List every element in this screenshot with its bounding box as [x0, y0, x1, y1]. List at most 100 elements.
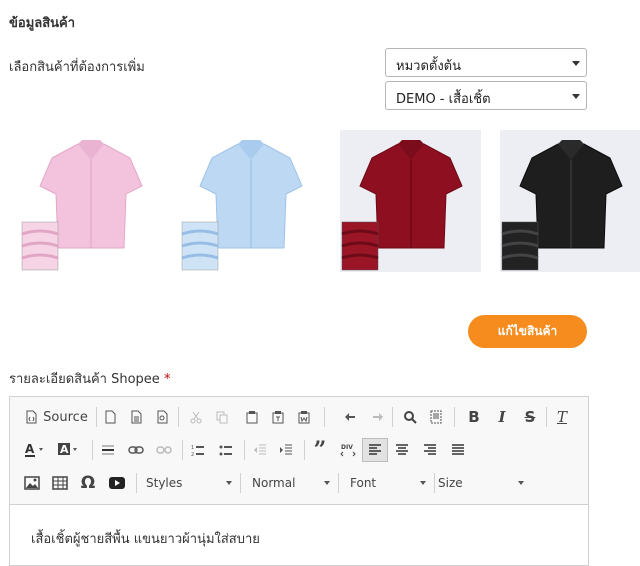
- svg-text:A: A: [60, 443, 69, 456]
- strikethrough-button[interactable]: S: [518, 405, 542, 429]
- copy-icon: [216, 411, 228, 424]
- product-image-maroon[interactable]: [340, 130, 481, 272]
- numbered-list-icon: 12: [191, 445, 204, 457]
- rich-text-editor[interactable]: Source B I S T A A 12 ” DIV Ω Styles Nor…: [9, 396, 589, 566]
- chevron-down-icon: [226, 481, 232, 485]
- product-image-pink[interactable]: [20, 130, 161, 272]
- search-icon: [404, 411, 417, 424]
- source-label: Source: [43, 409, 88, 425]
- product-image-black[interactable]: [500, 130, 640, 272]
- remove-format-button[interactable]: T: [550, 405, 574, 429]
- select-all-button[interactable]: [424, 405, 448, 429]
- align-left-button[interactable]: [362, 438, 388, 462]
- text-color-icon: A: [25, 442, 43, 457]
- div-icon: DIV: [340, 444, 356, 457]
- preview-icon: [157, 410, 168, 424]
- paste-button[interactable]: [240, 405, 264, 429]
- product-image-light-blue[interactable]: [180, 130, 321, 272]
- chevron-down-icon: [324, 481, 330, 485]
- find-button[interactable]: [398, 405, 422, 429]
- templates-icon: [131, 410, 142, 424]
- chevron-down-icon: [518, 481, 524, 485]
- numbered-list-button[interactable]: 12: [186, 438, 210, 462]
- background-color-icon: A: [58, 443, 77, 456]
- edit-product-button[interactable]: แก้ไขสินค้า: [468, 315, 587, 348]
- size-combo-label: Size: [438, 476, 463, 490]
- image-button[interactable]: [20, 471, 44, 495]
- image-icon: [24, 476, 40, 490]
- source-icon: [26, 410, 37, 424]
- table-button[interactable]: [48, 471, 72, 495]
- font-combo[interactable]: Font: [342, 471, 430, 495]
- background-color-button[interactable]: A: [56, 438, 84, 462]
- link-icon: [128, 446, 144, 454]
- decrease-indent-button[interactable]: [248, 438, 272, 462]
- templates-button[interactable]: [124, 405, 148, 429]
- styles-combo-label: Styles: [146, 476, 183, 490]
- product-select[interactable]: DEMO - เสื้อเชิ้ต: [385, 81, 587, 110]
- paste-text-button[interactable]: [266, 405, 290, 429]
- unlink-icon: [156, 446, 172, 454]
- editor-content[interactable]: เสื้อเชิ้ตผู้ชายสีพื้น แขนยาวผ้านุ่มใส่ส…: [31, 528, 260, 549]
- format-combo[interactable]: Normal: [244, 471, 334, 495]
- format-combo-label: Normal: [252, 476, 296, 490]
- chevron-down-icon: [420, 481, 426, 485]
- youtube-icon: [109, 477, 125, 489]
- copy-button[interactable]: [210, 405, 234, 429]
- create-div-button[interactable]: DIV: [336, 438, 360, 462]
- redo-icon: [373, 413, 383, 421]
- redo-button[interactable]: [366, 405, 390, 429]
- new-page-button[interactable]: [98, 405, 122, 429]
- editor-toolbar: Source B I S T A A 12 ” DIV Ω Styles Nor…: [10, 397, 588, 505]
- source-button[interactable]: Source: [20, 405, 92, 429]
- increase-indent-button[interactable]: [274, 438, 298, 462]
- paste-word-icon: [298, 411, 310, 424]
- category-select-value: หมวดตั้งต้น: [396, 59, 461, 74]
- text-color-button[interactable]: A: [22, 438, 50, 462]
- align-center-button[interactable]: [390, 438, 414, 462]
- align-center-icon: [396, 444, 408, 455]
- blockquote-button[interactable]: ”: [308, 437, 332, 463]
- indent-icon: [280, 444, 292, 455]
- scissors-icon: [190, 411, 202, 424]
- align-right-button[interactable]: [418, 438, 442, 462]
- cut-button[interactable]: [184, 405, 208, 429]
- required-mark: *: [163, 372, 171, 387]
- align-left-icon: [369, 444, 381, 455]
- bulleted-list-button[interactable]: [214, 438, 238, 462]
- align-justify-icon: [452, 444, 464, 455]
- link-button[interactable]: [124, 438, 148, 462]
- undo-button[interactable]: [338, 405, 362, 429]
- new-page-icon: [105, 410, 116, 424]
- size-combo[interactable]: Size: [438, 471, 528, 495]
- font-combo-label: Font: [350, 476, 377, 490]
- section-title: ข้อมูลสินค้า: [9, 16, 76, 31]
- outdent-icon: [254, 444, 266, 455]
- table-icon: [52, 476, 68, 490]
- paste-icon: [246, 411, 258, 424]
- svg-text:A: A: [25, 442, 35, 456]
- bold-button[interactable]: B: [462, 405, 486, 429]
- special-char-button[interactable]: Ω: [76, 471, 100, 495]
- preview-button[interactable]: [150, 405, 174, 429]
- chevron-down-icon: [572, 94, 580, 99]
- svg-text:DIV: DIV: [341, 444, 353, 451]
- category-select[interactable]: หมวดตั้งต้น: [385, 48, 587, 77]
- product-select-label: เลือกสินค้าที่ต้องการเพิ่ม: [9, 60, 145, 75]
- paste-text-icon: [272, 411, 284, 424]
- svg-text:1: 1: [191, 445, 194, 451]
- horizontal-line-button[interactable]: [96, 438, 120, 462]
- chevron-down-icon: [572, 61, 580, 66]
- italic-button[interactable]: I: [490, 405, 514, 429]
- horizontal-line-icon: [102, 445, 114, 455]
- description-label-text: รายละเอียดสินค้า Shopee: [9, 372, 160, 387]
- styles-combo[interactable]: Styles: [146, 471, 236, 495]
- paste-word-button[interactable]: [292, 405, 316, 429]
- youtube-button[interactable]: [104, 471, 130, 495]
- description-label: รายละเอียดสินค้า Shopee *: [9, 368, 170, 389]
- bulleted-list-icon: [219, 445, 232, 456]
- justify-button[interactable]: [446, 438, 470, 462]
- unlink-button[interactable]: [152, 438, 176, 462]
- svg-text:2: 2: [191, 452, 194, 457]
- select-all-icon: [430, 410, 442, 424]
